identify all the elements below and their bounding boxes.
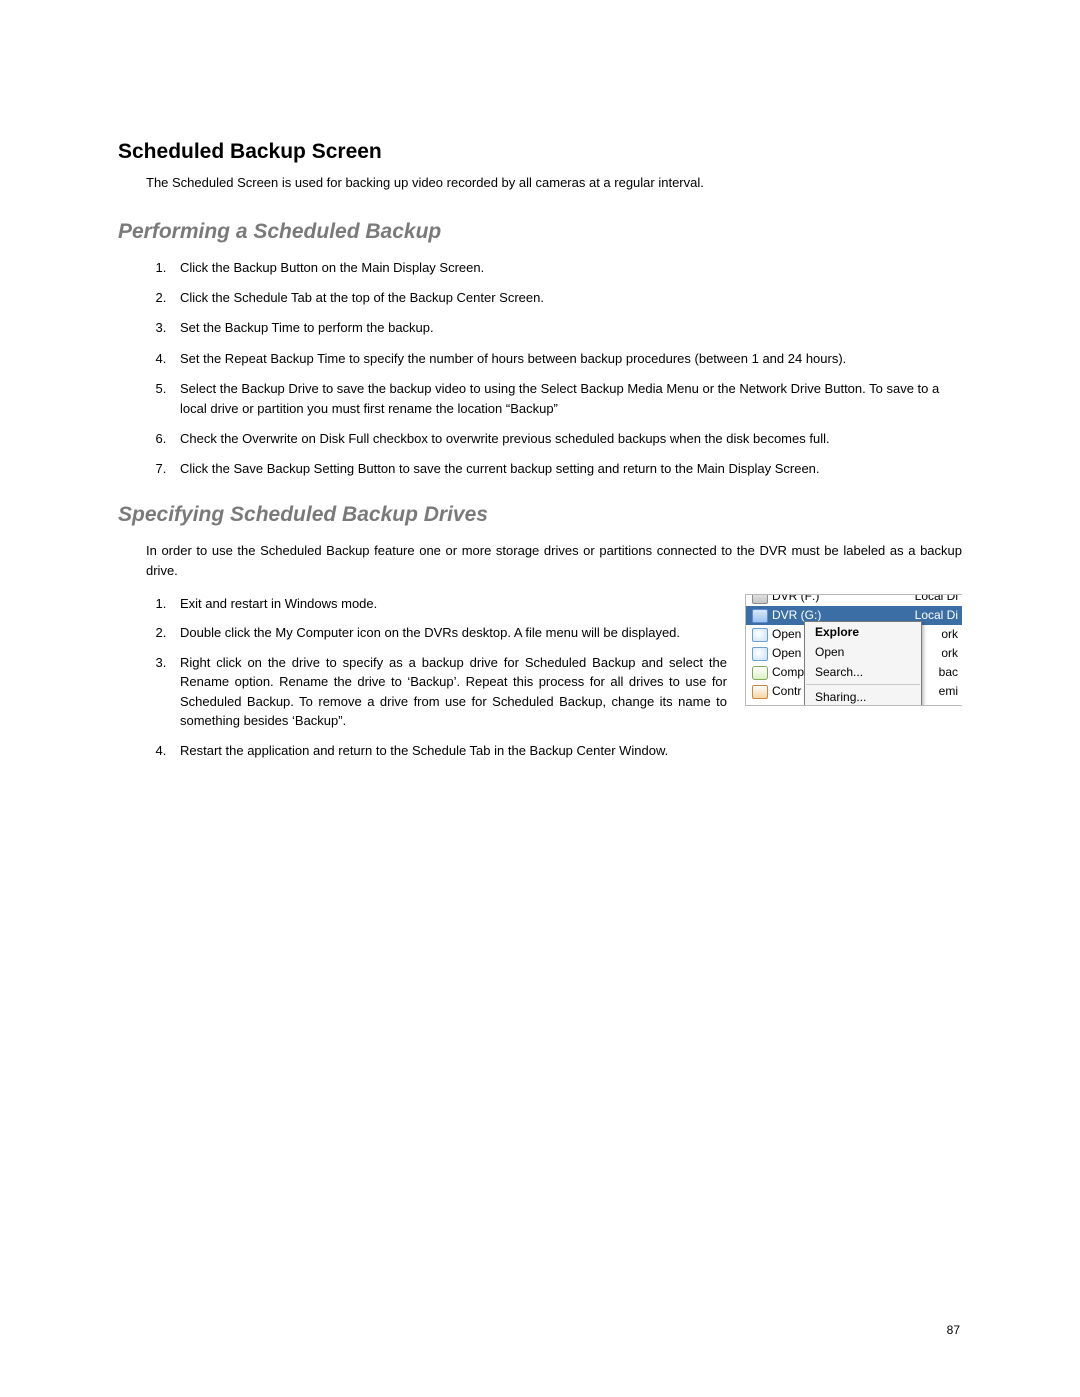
row-label: DVR (F:) — [772, 594, 819, 603]
menu-separator — [806, 684, 920, 685]
list-item: Double click the My Computer icon on the… — [170, 623, 727, 643]
two-column-wrap: Exit and restart in Windows mode. Double… — [118, 594, 962, 785]
row-label: Comp — [772, 665, 804, 679]
list-item: Check the Overwrite on Disk Full checkbo… — [170, 429, 962, 449]
left-column: Exit and restart in Windows mode. Double… — [118, 594, 727, 785]
row-label: DVR (G:) — [772, 608, 821, 622]
drive-icon — [752, 594, 768, 604]
menu-item-open[interactable]: Open — [805, 642, 921, 662]
page-title: Scheduled Backup Screen — [118, 140, 962, 164]
section-heading-specifying: Specifying Scheduled Backup Drives — [118, 503, 962, 527]
list-item: Restart the application and return to th… — [170, 741, 727, 761]
drive-row[interactable]: DVR (F:) Local Di — [746, 594, 962, 606]
list-item: Right click on the drive to specify as a… — [170, 653, 727, 731]
control-panel-icon — [752, 685, 768, 699]
menu-item-search[interactable]: Search... — [805, 662, 921, 682]
row-right: bac — [939, 665, 958, 679]
row-label: Open — [772, 627, 801, 641]
row-right: Local Di — [915, 594, 958, 604]
network-icon — [752, 647, 768, 661]
list-item: Set the Backup Time to perform the backu… — [170, 318, 962, 338]
row-label: Open — [772, 646, 801, 660]
computer-icon — [752, 666, 768, 680]
menu-item-explore[interactable]: Explore — [805, 622, 921, 642]
my-computer-figure: DVR (F:) Local Di DVR (G:) Local Di Open… — [745, 594, 962, 706]
network-icon — [752, 628, 768, 642]
list-item: Click the Save Backup Setting Button to … — [170, 459, 962, 479]
page-number: 87 — [947, 1323, 960, 1337]
list-item: Select the Backup Drive to save the back… — [170, 379, 962, 419]
list-item: Exit and restart in Windows mode. — [170, 594, 727, 614]
context-menu[interactable]: Explore Open Search... Sharing... Format… — [804, 621, 922, 706]
row-right: emi — [939, 684, 958, 698]
row-right: ork — [941, 627, 958, 641]
intro-paragraph: The Scheduled Screen is used for backing… — [146, 174, 962, 192]
performing-steps-list: Click the Backup Button on the Main Disp… — [170, 258, 962, 479]
section2-intro: In order to use the Scheduled Backup fea… — [146, 541, 962, 581]
drive-icon — [752, 609, 768, 623]
specifying-steps-list: Exit and restart in Windows mode. Double… — [170, 594, 727, 761]
menu-item-sharing[interactable]: Sharing... — [805, 687, 921, 706]
section-heading-performing: Performing a Scheduled Backup — [118, 220, 962, 244]
row-right: ork — [941, 646, 958, 660]
document-page: Scheduled Backup Screen The Scheduled Sc… — [0, 0, 1080, 1397]
list-item: Set the Repeat Backup Time to specify th… — [170, 349, 962, 369]
list-item: Click the Backup Button on the Main Disp… — [170, 258, 962, 278]
list-item: Click the Schedule Tab at the top of the… — [170, 288, 962, 308]
row-label: Contr — [772, 684, 801, 698]
